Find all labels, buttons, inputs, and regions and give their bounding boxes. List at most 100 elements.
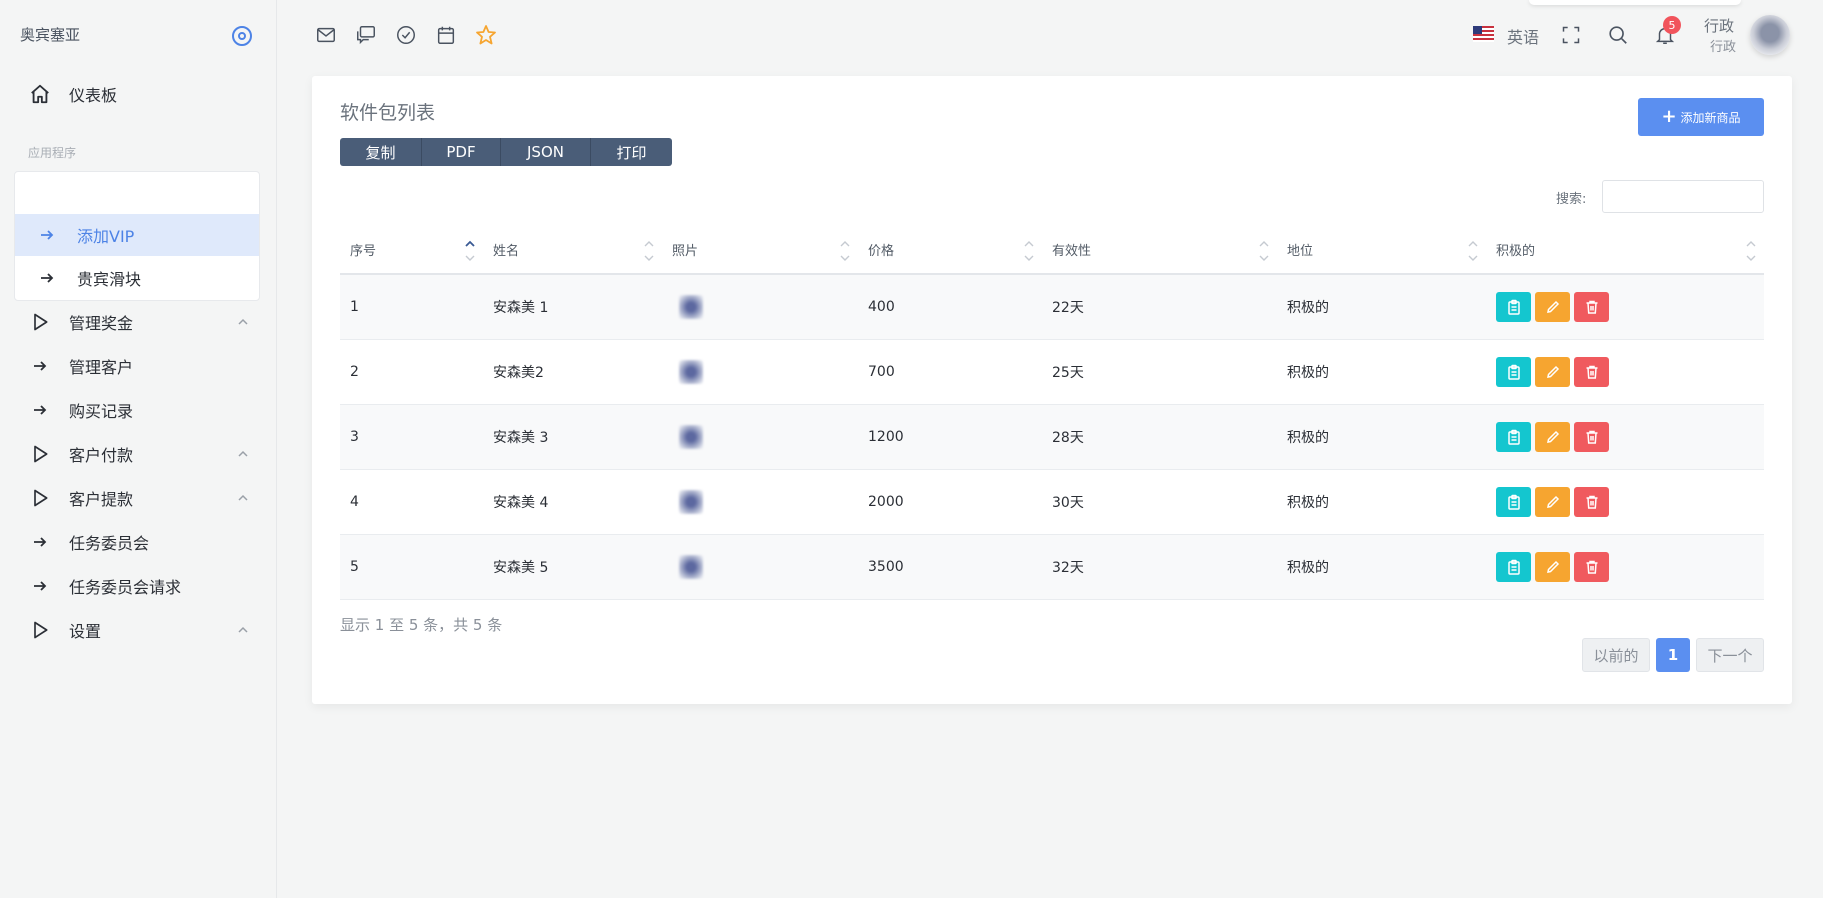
table-row: 4 安森美 4 2000 30天 积极的 [340,469,1764,535]
top-dropdown-edge [1529,0,1741,5]
prev-page-button[interactable]: 以前的 [1582,638,1650,672]
column-header-id[interactable]: 序号 [340,226,483,275]
trash-icon [1586,365,1597,379]
view-button[interactable] [1496,551,1531,582]
sidebar-item-task-committee-request[interactable]: 任务委员会请求 [14,566,260,606]
cell-actions [1486,339,1764,405]
header-label: 姓名 [493,244,520,259]
cell-id: 2 [340,339,483,405]
pdf-button[interactable]: PDF [422,138,501,166]
edit-button[interactable] [1535,356,1570,387]
cell-name: 安森美 1 [483,274,662,340]
user-name[interactable]: 行政 [1704,15,1734,36]
row-actions [1496,551,1764,582]
copy-button[interactable]: 复制 [340,138,422,166]
chevron-up-icon [236,315,250,329]
pencil-icon [1546,430,1559,443]
row-actions [1496,486,1764,517]
sidebar-item-settings[interactable]: 设置 [14,610,260,650]
column-header-photo[interactable]: 照片 [662,226,858,275]
edit-button[interactable] [1535,486,1570,517]
sidebar-item-label: 管理客户 [69,358,134,377]
arrow-right-icon [37,225,57,245]
sidebar-item-purchase-records[interactable]: 购买记录 [14,390,260,430]
pencil-icon [1546,300,1559,313]
next-page-button[interactable]: 下一个 [1696,638,1764,672]
sidebar-item-add-vip[interactable]: 添加VIP [15,214,259,256]
table-info: 显示 1 至 5 条，共 5 条 [340,616,503,634]
mail-icon[interactable] [313,22,339,48]
chat-icon[interactable] [353,22,379,48]
export-button-group: 复制 PDF JSON 打印 [340,138,672,166]
delete-button[interactable] [1574,551,1609,582]
add-new-item-button[interactable]: + 添加新商品 [1638,98,1764,136]
cell-status: 积极的 [1277,404,1486,470]
delete-button[interactable] [1574,356,1609,387]
package-list-card: 软件包列表 复制 PDF JSON 打印 + 添加新商品 搜索: 序号 姓名 照… [312,76,1792,704]
header-label: 积极的 [1496,244,1536,259]
cell-id: 4 [340,469,483,535]
search-label: 搜索: [1556,192,1587,207]
delete-button[interactable] [1574,486,1609,517]
trash-icon [1586,430,1597,444]
delete-button[interactable] [1574,421,1609,452]
trash-icon [1586,495,1597,509]
sidebar-item-manage-bonus[interactable]: 管理奖金 [14,302,260,342]
header-label: 地位 [1287,244,1314,259]
row-actions [1496,291,1764,322]
column-header-actions[interactable]: 积极的 [1486,226,1764,275]
play-icon [28,442,52,466]
view-button[interactable] [1496,356,1531,387]
check-circle-icon[interactable] [393,22,419,48]
cell-validity: 32天 [1042,534,1277,600]
cell-actions [1486,274,1764,340]
view-button[interactable] [1496,486,1531,517]
cell-price: 700 [858,339,1042,405]
pencil-icon [1546,365,1559,378]
avatar[interactable] [1750,15,1790,55]
chevron-up-icon [236,623,250,637]
column-header-name[interactable]: 姓名 [483,226,662,275]
page-1-button[interactable]: 1 [1656,638,1690,672]
sidebar-item-task-committee[interactable]: 任务委员会 [14,522,260,562]
sidebar-item-customer-withdrawal[interactable]: 客户提款 [14,478,260,518]
sidebar-item-vip-slider[interactable]: 贵宾滑块 [15,257,259,299]
arrow-right-icon [37,268,57,288]
edit-button[interactable] [1535,421,1570,452]
search-input[interactable] [1602,180,1764,213]
row-actions [1496,421,1764,452]
sidebar-toggle-icon[interactable] [232,26,252,46]
edit-button[interactable] [1535,291,1570,322]
cell-price: 1200 [858,404,1042,470]
view-button[interactable] [1496,291,1531,322]
cell-id: 1 [340,274,483,340]
column-header-price[interactable]: 价格 [858,226,1042,275]
cell-status: 积极的 [1277,469,1486,535]
clipboard-icon [1507,364,1520,380]
clipboard-icon [1507,299,1520,315]
sidebar-item-manage-customers[interactable]: 管理客户 [14,346,260,386]
package-photo [679,359,703,384]
column-header-validity[interactable]: 有效性 [1042,226,1277,275]
edit-button[interactable] [1535,551,1570,582]
print-button[interactable]: 打印 [591,138,672,166]
sidebar-item-dashboard[interactable]: 仪表板 [14,74,260,114]
table-row: 2 安森美2 700 25天 积极的 [340,339,1764,405]
cell-name: 安森美 4 [483,469,662,535]
sidebar-item-customer-payment[interactable]: 客户付款 [14,434,260,474]
sort-icon [1746,241,1756,261]
delete-button[interactable] [1574,291,1609,322]
language-selector[interactable]: 英语 [1507,24,1539,48]
star-icon[interactable] [473,22,499,48]
header-label: 序号 [350,244,377,259]
fullscreen-icon[interactable] [1558,22,1584,48]
view-button[interactable] [1496,421,1531,452]
column-header-status[interactable]: 地位 [1277,226,1486,275]
notification-badge: 5 [1663,16,1681,34]
play-icon [28,618,52,642]
search-icon[interactable] [1605,22,1631,48]
calendar-icon[interactable] [433,22,459,48]
json-button[interactable]: JSON [501,138,591,166]
pencil-icon [1546,495,1559,508]
package-photo [679,554,703,579]
